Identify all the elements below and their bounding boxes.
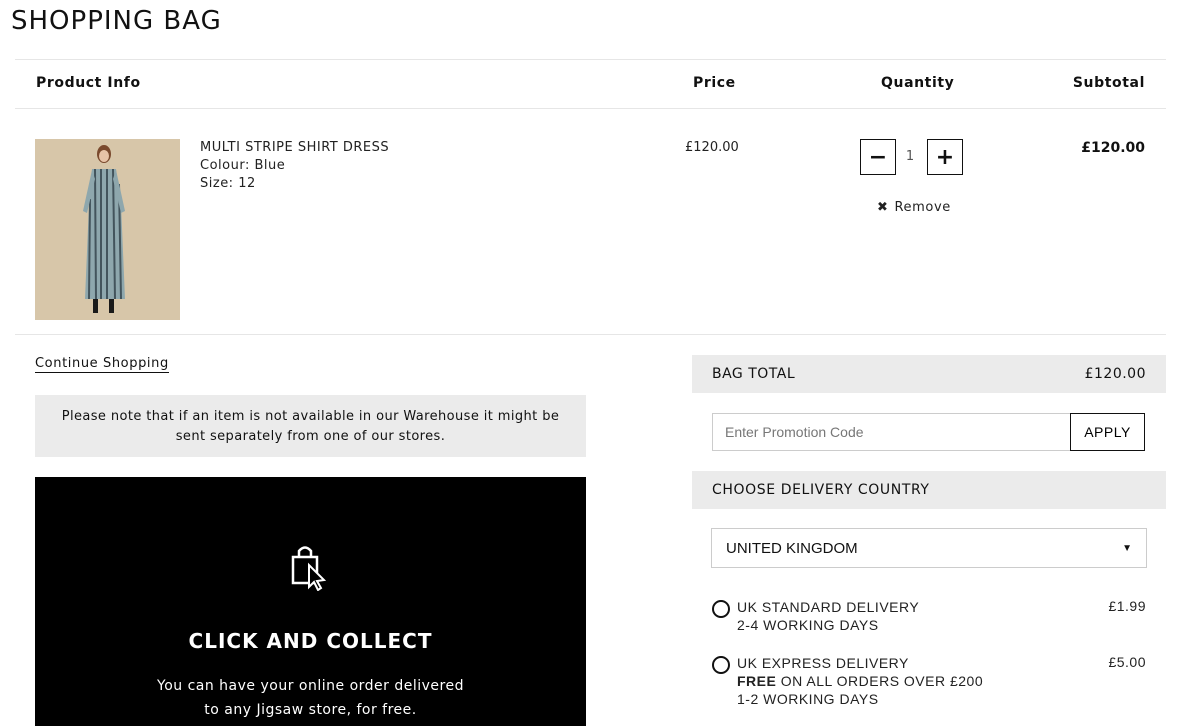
standard-delivery-radio[interactable] <box>712 600 730 618</box>
delivery-option-cost: £5.00 <box>1108 654 1146 670</box>
increase-quantity-button[interactable]: + <box>927 139 963 175</box>
click-collect-line-2: to any Jigsaw store, for free. <box>204 702 417 718</box>
click-collect-title: CLICK AND COLLECT <box>188 629 433 653</box>
delivery-country-select[interactable]: UNITED KINGDOM ▼ <box>711 528 1147 568</box>
remove-item-link[interactable]: ✖ Remove <box>877 200 951 215</box>
apply-promo-button[interactable]: APPLY <box>1070 413 1145 451</box>
page-title: SHOPPING BAG <box>11 6 222 36</box>
express-delivery-radio[interactable] <box>712 656 730 674</box>
country-selected-value: UNITED KINGDOM <box>726 539 858 557</box>
delivery-option-free-note: FREE ON ALL ORDERS OVER £200 <box>737 672 1146 690</box>
plus-icon: + <box>935 144 955 170</box>
column-header-product: Product Info <box>36 75 141 91</box>
warehouse-notice: Please note that if an item is not avail… <box>35 395 586 457</box>
promotion-code-input[interactable] <box>712 413 1071 451</box>
product-name[interactable]: MULTI STRIPE SHIRT DRESS <box>200 140 389 155</box>
close-icon: ✖ <box>877 200 889 215</box>
continue-shopping-link[interactable]: Continue Shopping <box>35 356 169 373</box>
free-threshold-text: ON ALL ORDERS OVER £200 <box>776 673 984 689</box>
shopping-bag-cursor-icon <box>291 546 327 591</box>
column-header-subtotal: Subtotal <box>1072 75 1145 91</box>
table-bottom-divider <box>15 334 1166 335</box>
bag-total-bar: BAG TOTAL £120.00 <box>692 355 1166 393</box>
click-collect-description: You can have your online order delivered… <box>35 674 586 722</box>
delivery-option-express[interactable]: UK EXPRESS DELIVERY FREE ON ALL ORDERS O… <box>712 654 1146 708</box>
column-header-quantity: Quantity <box>881 75 955 91</box>
table-header-divider <box>15 108 1166 109</box>
delivery-option-name: UK EXPRESS DELIVERY <box>737 655 909 671</box>
remove-label: Remove <box>894 200 951 215</box>
decrease-quantity-button[interactable]: − <box>860 139 896 175</box>
delivery-option-name: UK STANDARD DELIVERY <box>737 599 920 615</box>
free-label: FREE <box>737 673 777 689</box>
product-size: Size: 12 <box>200 176 256 191</box>
delivery-option-standard[interactable]: UK STANDARD DELIVERY 2-4 WORKING DAYS £1… <box>712 598 1146 634</box>
product-price: £120.00 <box>685 140 739 155</box>
minus-icon: − <box>868 144 888 170</box>
product-image[interactable] <box>35 139 180 320</box>
chevron-down-icon: ▼ <box>1122 542 1132 554</box>
delivery-option-time: 1-2 WORKING DAYS <box>737 691 879 707</box>
dress-photo-illustration <box>35 139 180 320</box>
quantity-value: 1 <box>905 149 915 164</box>
delivery-option-time: 2-4 WORKING DAYS <box>737 617 879 633</box>
product-colour: Colour: Blue <box>200 158 286 173</box>
click-and-collect-promo[interactable]: CLICK AND COLLECT You can have your onli… <box>35 477 586 726</box>
table-top-divider <box>15 59 1166 60</box>
bag-total-value: £120.00 <box>1084 366 1146 382</box>
delivery-option-cost: £1.99 <box>1108 598 1146 614</box>
click-collect-line-1: You can have your online order delivered <box>157 678 464 694</box>
delivery-country-heading: CHOOSE DELIVERY COUNTRY <box>692 471 1166 509</box>
column-header-price: Price <box>693 75 736 91</box>
bag-total-label: BAG TOTAL <box>712 366 796 382</box>
line-subtotal: £120.00 <box>1081 140 1145 156</box>
